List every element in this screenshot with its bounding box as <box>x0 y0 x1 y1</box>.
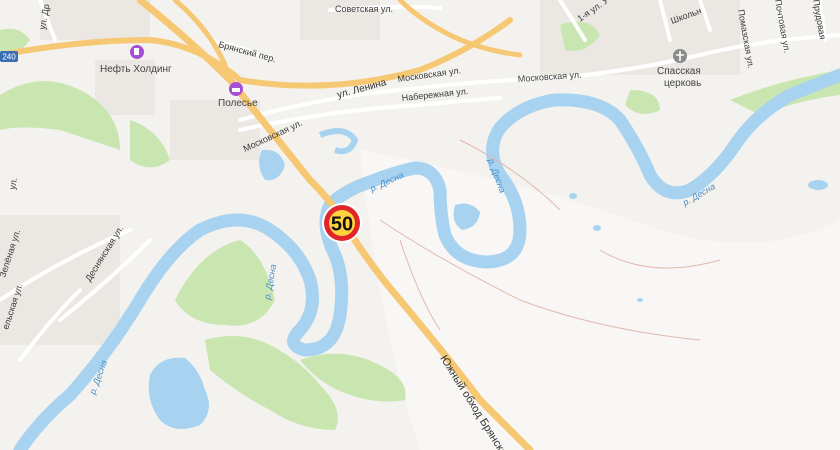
street-sovetskaya: Советская ул. <box>335 4 393 14</box>
poi-label-polesye[interactable]: Полесье <box>218 98 258 109</box>
fuel-station-icon[interactable] <box>130 45 144 59</box>
poi-label-church-2[interactable]: церковь <box>664 78 701 89</box>
highway-shield: 240 <box>0 51 18 62</box>
map-view[interactable]: 240 Нефть Холдинг Полесье Спасская церко… <box>0 0 840 450</box>
highway-shield-label: 240 <box>2 53 16 62</box>
church-icon[interactable] <box>673 49 687 63</box>
street-ul-left: ул. <box>7 177 19 191</box>
poi-label-church-1[interactable]: Спасская <box>657 66 701 77</box>
speed-limit-sign[interactable]: 50 <box>322 203 362 243</box>
poi-label-neft[interactable]: Нефть Холдинг <box>100 63 172 75</box>
hotel-icon[interactable] <box>229 82 243 96</box>
map-canvas[interactable]: 240 Нефть Холдинг Полесье Спасская церко… <box>0 0 840 450</box>
speed-limit-value: 50 <box>331 214 353 236</box>
